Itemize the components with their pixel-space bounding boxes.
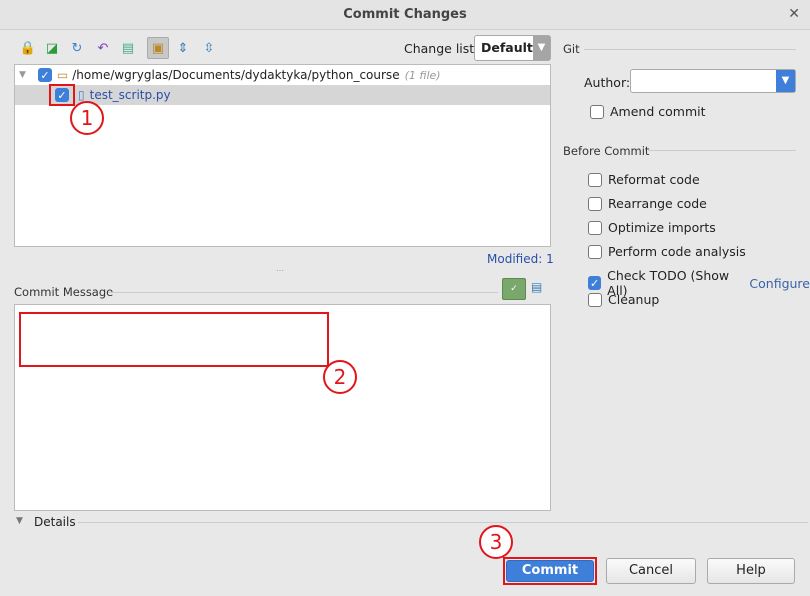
chevron-down-icon: ▼ bbox=[532, 36, 550, 60]
option-label: Cleanup bbox=[608, 292, 660, 307]
checkbox[interactable] bbox=[588, 244, 602, 259]
option-label: Reformat code bbox=[608, 172, 700, 187]
option-optimize-imports[interactable]: Optimize imports bbox=[588, 220, 716, 235]
checkbox[interactable] bbox=[588, 292, 602, 307]
checkbox[interactable]: ✓ bbox=[588, 276, 602, 290]
amend-commit-option[interactable]: Amend commit bbox=[590, 104, 706, 119]
edit-icon[interactable]: ▤ bbox=[117, 37, 139, 59]
checkbox[interactable] bbox=[588, 196, 602, 211]
expand-all-icon[interactable]: ⇕ bbox=[172, 37, 194, 59]
amend-checkbox[interactable] bbox=[590, 104, 604, 119]
group-icon[interactable]: ▣ bbox=[147, 37, 169, 59]
commit-button[interactable]: Commit bbox=[506, 560, 594, 582]
divider bbox=[108, 292, 498, 293]
option-reformat-code[interactable]: Reformat code bbox=[588, 172, 700, 187]
annotation-1: 1 bbox=[70, 101, 104, 135]
annotation-2: 2 bbox=[323, 360, 357, 394]
amend-label: Amend commit bbox=[610, 104, 706, 119]
option-cleanup[interactable]: Cleanup bbox=[588, 292, 659, 307]
file-checkbox-highlight: ✓ bbox=[49, 84, 75, 106]
checkbox[interactable] bbox=[588, 172, 602, 187]
tree-file-row[interactable]: ✓ ▯ test_scritp.py bbox=[15, 84, 550, 106]
folder-icon: ▭ bbox=[56, 68, 69, 82]
divider bbox=[78, 522, 808, 523]
details-expand-icon[interactable]: ▼ bbox=[16, 516, 23, 526]
author-value bbox=[631, 70, 776, 92]
changelist-label: Change list: bbox=[404, 41, 479, 56]
splitter-handle[interactable]: ⋯ bbox=[276, 266, 284, 275]
help-button[interactable]: Help bbox=[707, 558, 795, 584]
checkbox[interactable] bbox=[588, 220, 602, 235]
root-count: (1 file) bbox=[404, 68, 441, 82]
changes-tree[interactable]: ▼ ✓ ▭ /home/wgryglas/Documents/dydaktyka… bbox=[14, 64, 551, 247]
option-label: Perform code analysis bbox=[608, 244, 746, 259]
author-label: Author: bbox=[584, 75, 631, 90]
expand-icon[interactable]: ▼ bbox=[19, 70, 26, 80]
collapse-all-icon[interactable]: ⇳ bbox=[198, 37, 220, 59]
chevron-down-icon: ▼ bbox=[776, 70, 795, 92]
option-rearrange-code[interactable]: Rearrange code bbox=[588, 196, 707, 211]
changelist-value: Default bbox=[481, 40, 533, 55]
file-name[interactable]: test_scritp.py bbox=[90, 88, 171, 102]
spellcheck-icon[interactable]: ✓ bbox=[502, 278, 526, 300]
python-file-icon: ▯ bbox=[78, 88, 85, 102]
annotation-3: 3 bbox=[479, 525, 513, 559]
refresh-icon[interactable]: ↻ bbox=[66, 37, 88, 59]
commit-message-label: Commit Message bbox=[14, 285, 114, 299]
message-highlight bbox=[19, 312, 329, 367]
git-section-label: Git bbox=[563, 42, 580, 56]
tree-root[interactable]: ▼ ✓ ▭ /home/wgryglas/Documents/dydaktyka… bbox=[15, 65, 550, 85]
option-label: Optimize imports bbox=[608, 220, 716, 235]
option-label: Rearrange code bbox=[608, 196, 707, 211]
window-title: Commit Changes bbox=[343, 7, 467, 22]
rollback-icon[interactable]: ↶ bbox=[92, 37, 114, 59]
close-icon[interactable]: ✕ bbox=[788, 0, 800, 28]
diff-icon[interactable]: ◪ bbox=[41, 37, 63, 59]
divider bbox=[648, 150, 796, 151]
root-checkbox[interactable]: ✓ bbox=[37, 68, 52, 82]
option-code-analysis[interactable]: Perform code analysis bbox=[588, 244, 746, 259]
title-bar: Commit Changes bbox=[0, 0, 810, 30]
history-icon[interactable]: ▤ bbox=[531, 280, 542, 294]
root-path: /home/wgryglas/Documents/dydaktyka/pytho… bbox=[72, 68, 400, 82]
changelist-select[interactable]: Default ▼ bbox=[474, 35, 551, 61]
modified-count: Modified: 1 bbox=[487, 252, 554, 266]
file-checkbox[interactable]: ✓ bbox=[55, 88, 69, 102]
before-commit-section-label: Before Commit bbox=[563, 144, 650, 158]
configure-link[interactable]: Configure bbox=[749, 276, 810, 291]
cancel-button[interactable]: Cancel bbox=[606, 558, 696, 584]
divider bbox=[584, 49, 796, 50]
lock-icon[interactable]: 🔒 bbox=[17, 37, 39, 59]
author-select[interactable]: ▼ bbox=[630, 69, 796, 93]
details-label[interactable]: Details bbox=[34, 515, 76, 529]
